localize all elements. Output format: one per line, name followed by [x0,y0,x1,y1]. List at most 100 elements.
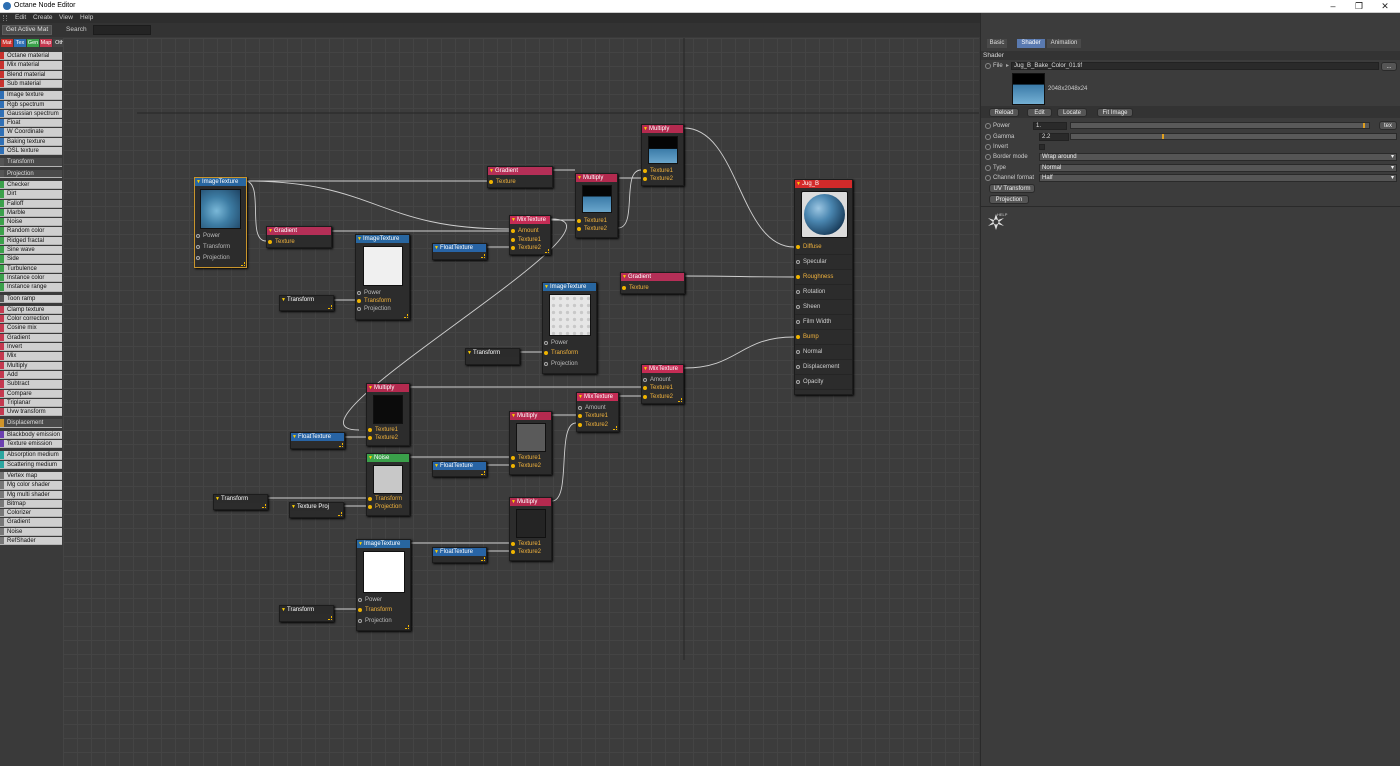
library-item-colorizer[interactable]: Colorizer [0,509,62,518]
node-header[interactable]: ImageTexture [356,235,409,243]
library-item-ridged-fractal[interactable]: Ridged fractal [0,236,62,246]
library-item-displacement[interactable]: Displacement [0,419,62,428]
library-item-scattering-medium[interactable]: Scattering medium [0,460,62,469]
port-texture1[interactable]: Texture1 [642,384,683,392]
locate-button[interactable]: Locate [1057,108,1087,117]
node-transform-3[interactable]: Transform [213,494,268,510]
library-item-mix-material[interactable]: Mix material [0,61,62,70]
library-item-falloff[interactable]: Falloff [0,199,62,208]
restore-icon[interactable]: ❐ [1352,1,1366,12]
port-transform[interactable]: Transform [357,606,410,614]
library-item-invert[interactable]: Invert [0,343,62,352]
node-transform-2[interactable]: Transform [465,348,520,365]
port-projection[interactable]: Projection [357,617,410,625]
node-header[interactable]: Multiply [576,174,617,182]
node-header[interactable]: Transform [214,495,267,503]
power-field[interactable]: 1. [1033,122,1067,130]
node-header[interactable]: Gradient [267,227,331,235]
port-transform[interactable]: Transform [356,297,409,305]
library-item-uvw-transform[interactable]: Uvw transform [0,408,62,417]
animate-radio[interactable] [985,144,991,150]
animate-radio[interactable] [985,154,991,160]
node-multiply-4[interactable]: Multiply Texture1 Texture2 [509,411,552,475]
border-mode-select[interactable]: Wrap around [1039,153,1397,161]
edit-button[interactable]: Edit [1027,108,1052,117]
node-noise[interactable]: Noise Transform Projection [366,453,410,516]
port-power[interactable]: Power [357,596,410,604]
tex-button[interactable]: tex [1379,121,1397,130]
library-item-projection[interactable]: Projection [0,169,62,178]
fit-image-button[interactable]: Fit Image [1097,108,1133,117]
node-header[interactable]: FloatTexture [433,462,486,470]
gamma-field[interactable]: 2.2 [1039,133,1069,141]
file-browse-button[interactable]: ... [1381,62,1397,71]
node-header[interactable]: Jug_B [795,180,852,188]
port-film-width[interactable]: Film Width [795,315,852,330]
search-input[interactable] [93,25,151,35]
resize-handle[interactable] [481,471,485,475]
library-item-rgb-spectrum[interactable]: Rgb spectrum [0,100,62,109]
library-item-turbulence[interactable]: Turbulence [0,264,62,273]
node-texture-projection[interactable]: Texture Proj [289,502,344,518]
node-transform-1[interactable]: Transform [279,295,334,311]
node-gradient-3[interactable]: Gradient Texture [620,272,685,294]
node-multiply-3[interactable]: Multiply Texture1 Texture2 [366,383,410,446]
port-projection[interactable]: Projection [367,503,409,511]
resize-handle[interactable] [262,504,266,508]
port-texture2[interactable]: Texture2 [510,462,551,470]
animate-radio[interactable] [985,175,991,181]
library-item-multiply[interactable]: Multiply [0,361,62,370]
type-select[interactable]: Normal [1039,164,1397,172]
resize-handle[interactable] [338,512,342,516]
library-item-noise[interactable]: Noise [0,527,62,537]
node-header[interactable]: Multiply [510,412,551,420]
library-item-gradient[interactable]: Gradient [0,333,62,343]
port-displacement[interactable]: Displacement [795,360,852,375]
node-header[interactable]: Transform [466,349,519,357]
node-header[interactable]: FloatTexture [433,548,486,556]
node-header[interactable]: ImageTexture [357,540,410,548]
library-item-mg-multi-shader[interactable]: Mg multi shader [0,490,62,499]
node-header[interactable]: MixTexture [642,365,683,373]
port-texture1[interactable]: Texture1 [510,236,550,244]
node-transform-4[interactable]: Transform [279,605,334,622]
port-texture2[interactable]: Texture2 [510,244,550,252]
port-texture1[interactable]: Texture1 [576,217,617,225]
node-image-texture-1[interactable]: ImageTexture Power Transform Projection [194,177,247,268]
tab-basic[interactable]: Basic [987,39,1007,48]
library-item-osl-texture[interactable]: OSL texture [0,147,62,156]
port-texture1[interactable]: Texture1 [367,426,409,434]
resize-handle[interactable] [613,426,617,430]
node-header[interactable]: Transform [280,296,333,304]
library-item-color-correction[interactable]: Color correction [0,315,62,324]
node-mix-texture-3[interactable]: MixTexture Amount Texture1 Texture2 [576,392,619,432]
port-projection[interactable]: Projection [356,305,409,313]
library-item-noise[interactable]: Noise [0,218,62,227]
category-tab-tex[interactable]: Tex [14,39,26,47]
node-gradient-2[interactable]: Gradient Texture [487,166,553,188]
node-mix-texture-2[interactable]: MixTexture Amount Texture1 Texture2 [641,364,684,404]
library-item-triplanar[interactable]: Triplanar [0,398,62,408]
resize-handle[interactable] [405,625,409,629]
node-gradient-1[interactable]: Gradient Texture [266,226,332,248]
library-item-checker[interactable]: Checker [0,180,62,190]
port-transform[interactable]: Transform [543,349,596,357]
library-item-instance-range[interactable]: Instance range [0,283,62,292]
port-bump[interactable]: Bump [795,330,852,345]
library-item-side[interactable]: Side [0,255,62,264]
library-item-transform[interactable]: Transform [0,158,62,167]
node-canvas[interactable] [63,38,979,766]
library-item-add[interactable]: Add [0,370,62,380]
library-item-cosine-mix[interactable]: Cosine mix [0,324,62,333]
menu-create[interactable]: Create [33,14,53,21]
port-texture2[interactable]: Texture2 [642,393,683,401]
library-item-compare[interactable]: Compare [0,389,62,398]
resize-handle[interactable] [481,557,485,561]
library-item-w-coordinate[interactable]: W Coordinate [0,128,62,137]
port-power[interactable]: Power [356,289,409,297]
library-item-octane-material[interactable]: Octane material [0,52,62,61]
power-slider[interactable] [1070,122,1370,129]
node-float-texture-3[interactable]: FloatTexture [432,461,487,477]
category-tab-gen[interactable]: Gen [27,39,39,47]
library-item-blackbody-emission[interactable]: Blackbody emission [0,430,62,440]
